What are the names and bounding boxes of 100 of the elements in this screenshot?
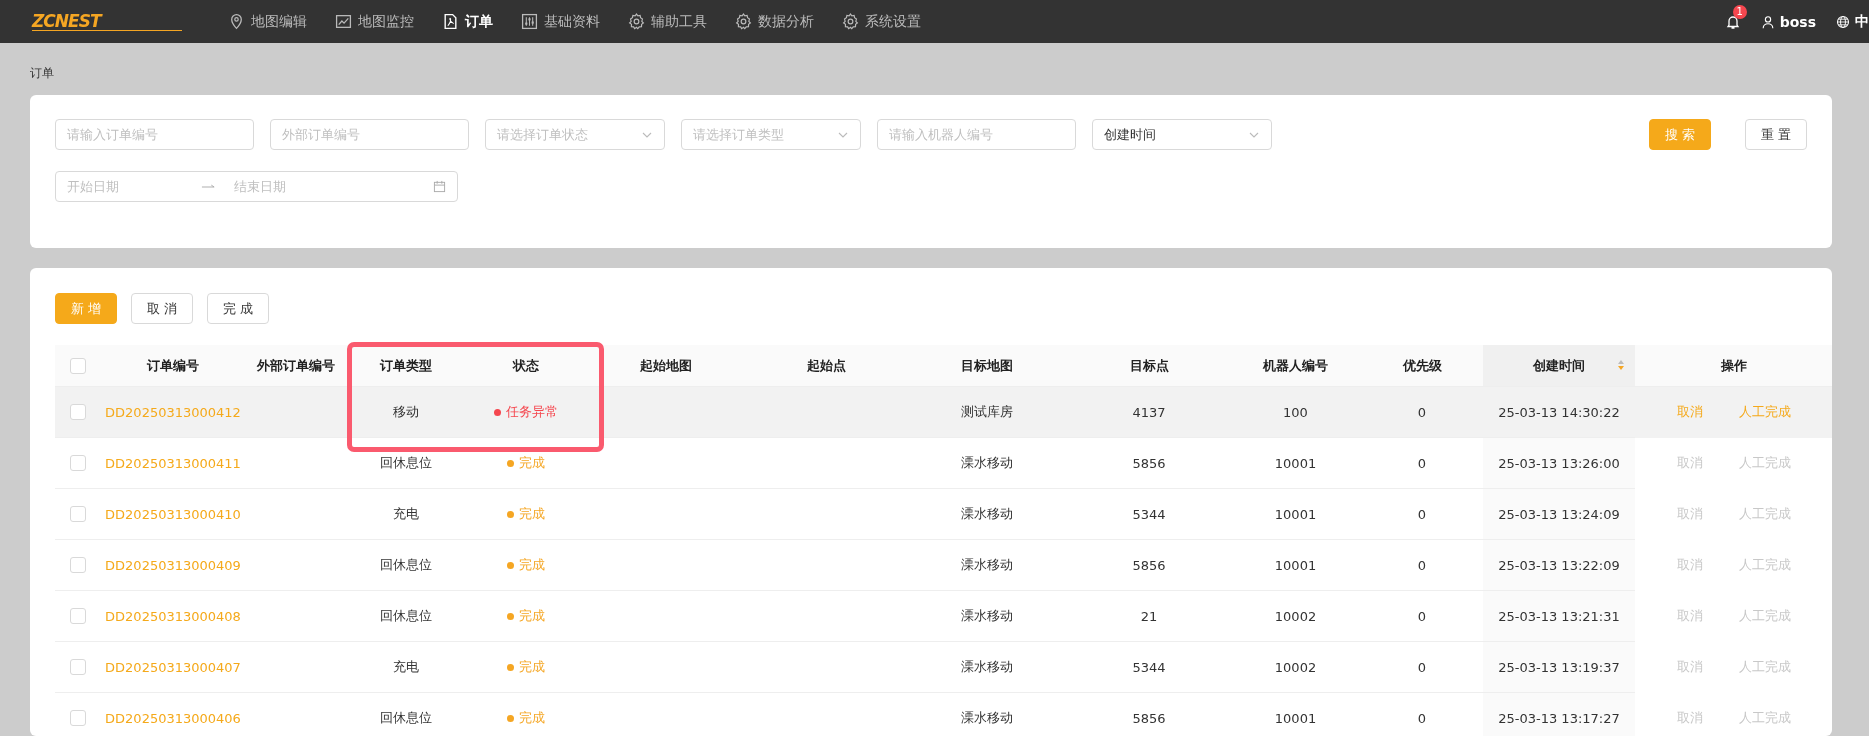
select-field[interactable]: 请选择订单类型 — [681, 119, 861, 150]
toolbar-button[interactable]: 完 成 — [207, 293, 270, 324]
bell-icon[interactable] — [1724, 13, 1741, 30]
line-chart-icon — [335, 13, 352, 30]
order-number-link[interactable]: DD20250313000407 — [105, 659, 241, 675]
created-time: 25-03-13 13:24:09 — [1498, 506, 1620, 522]
row-checkbox[interactable] — [69, 506, 86, 523]
input-field[interactable]: 外部订单编号 — [270, 119, 469, 150]
column-header: 外部订单编号 — [246, 345, 346, 387]
nav-item[interactable]: 地图监控 — [335, 12, 414, 31]
nav-item[interactable]: 系统设置 — [842, 12, 921, 31]
order-type: 回休息位 — [380, 455, 432, 470]
toolbar-button[interactable]: 新 增 — [55, 293, 118, 324]
target-point: 5856 — [1132, 710, 1166, 726]
priority: 0 — [1417, 659, 1427, 675]
status-label: 完成 — [507, 709, 545, 727]
breadcrumb: 订单 — [30, 65, 55, 82]
notification-badge: 1 — [1732, 4, 1747, 19]
created-time: 25-03-13 13:17:27 — [1498, 710, 1620, 726]
settings-icon — [842, 13, 859, 30]
table-row[interactable]: DD20250313000412 移动 任务异常 测试库房 4137 100 0 25-03-13 14:30:22 取消 人工完成 — [55, 386, 1832, 438]
search-button[interactable]: 搜 索 — [1648, 119, 1711, 150]
row-checkbox[interactable] — [69, 404, 86, 421]
status-label: 完成 — [507, 607, 545, 625]
reset-button[interactable]: 重 置 — [1744, 119, 1807, 150]
action-link[interactable]: 取消 — [1676, 403, 1703, 421]
column-header: 状态 — [466, 345, 586, 387]
column-header: 优先级 — [1361, 345, 1483, 387]
order-type: 充电 — [393, 659, 419, 674]
column-header[interactable]: 创建时间 — [1483, 345, 1635, 387]
target-map: 溧水移动 — [961, 506, 1013, 521]
status-label: 任务异常 — [494, 403, 558, 421]
nav-item[interactable]: 地图编辑 — [228, 12, 307, 31]
order-type: 移动 — [393, 404, 419, 419]
settings-icon — [735, 13, 752, 30]
action-link[interactable]: 人工完成 — [1738, 403, 1791, 421]
priority: 0 — [1417, 608, 1427, 624]
row-checkbox[interactable] — [69, 659, 86, 676]
calendar-icon — [433, 180, 446, 193]
row-checkbox[interactable] — [69, 710, 86, 727]
priority: 0 — [1417, 404, 1427, 420]
select-all-checkbox[interactable] — [69, 357, 86, 374]
status-label: 完成 — [507, 658, 545, 676]
priority: 0 — [1417, 455, 1427, 471]
target-point: 5856 — [1132, 455, 1166, 471]
date-range-field[interactable]: 开始日期 结束日期 — [55, 171, 458, 202]
column-header: 订单类型 — [346, 345, 466, 387]
robot-number: 10001 — [1274, 455, 1317, 471]
priority: 0 — [1417, 710, 1427, 726]
nav-item[interactable]: 数据分析 — [735, 12, 814, 31]
target-point: 5344 — [1132, 506, 1166, 522]
priority: 0 — [1417, 557, 1427, 573]
column-header: 操作 — [1635, 345, 1832, 387]
select-field[interactable]: 请选择订单状态 — [485, 119, 665, 150]
order-type: 回休息位 — [380, 608, 432, 623]
target-map: 测试库房 — [961, 404, 1013, 419]
order-number-link[interactable]: DD20250313000406 — [105, 710, 241, 726]
nav-item[interactable]: 订单 — [442, 12, 493, 31]
order-type: 回休息位 — [380, 710, 432, 725]
nav-item[interactable]: 基础资料 — [521, 12, 600, 31]
robot-number: 10001 — [1274, 557, 1317, 573]
order-number-link[interactable]: DD20250313000412 — [105, 404, 241, 420]
user-menu[interactable]: boss — [1760, 13, 1816, 30]
created-time: 25-03-13 14:30:22 — [1498, 404, 1620, 420]
order-type: 回休息位 — [380, 557, 432, 572]
order-number-link[interactable]: DD20250313000408 — [105, 608, 241, 624]
location-pin-icon — [228, 13, 245, 30]
robot-number: 10001 — [1274, 506, 1317, 522]
target-point: 5856 — [1132, 557, 1166, 573]
created-time: 25-03-13 13:22:09 — [1498, 557, 1620, 573]
column-header: 订单编号 — [100, 345, 246, 387]
robot-number: 10002 — [1274, 659, 1317, 675]
input-field[interactable]: 请输入订单编号 — [55, 119, 254, 150]
target-map: 溧水移动 — [961, 455, 1013, 470]
toolbar-button[interactable]: 取 消 — [131, 293, 194, 324]
select-field[interactable]: 创建时间 — [1092, 119, 1272, 150]
input-field[interactable]: 请输入机器人编号 — [877, 119, 1076, 150]
column-header: 机器人编号 — [1230, 345, 1361, 387]
column-header: 起始点 — [746, 345, 906, 387]
column-header: 目标点 — [1068, 345, 1230, 387]
nav-item[interactable]: 辅助工具 — [628, 12, 707, 31]
robot-number: 10002 — [1274, 608, 1317, 624]
language-menu[interactable]: 中 — [1836, 12, 1869, 31]
row-checkbox[interactable] — [69, 455, 86, 472]
target-map: 溧水移动 — [961, 710, 1013, 725]
column-header: 起始地图 — [586, 345, 746, 387]
globe-icon — [1836, 14, 1850, 29]
status-label: 完成 — [507, 454, 545, 472]
target-point: 5344 — [1132, 659, 1166, 675]
logo[interactable]: ZCNEST — [32, 12, 182, 31]
arrow-right-icon — [201, 182, 216, 191]
row-checkbox[interactable] — [69, 557, 86, 574]
created-time: 25-03-13 13:21:31 — [1498, 608, 1620, 624]
order-number-link[interactable]: DD20250313000411 — [105, 455, 241, 471]
created-time: 25-03-13 13:26:00 — [1498, 455, 1620, 471]
order-number-link[interactable]: DD20250313000410 — [105, 506, 241, 522]
robot-number: 100 — [1283, 404, 1308, 420]
order-type: 充电 — [393, 506, 419, 521]
row-checkbox[interactable] — [69, 608, 86, 625]
order-number-link[interactable]: DD20250313000409 — [105, 557, 241, 573]
